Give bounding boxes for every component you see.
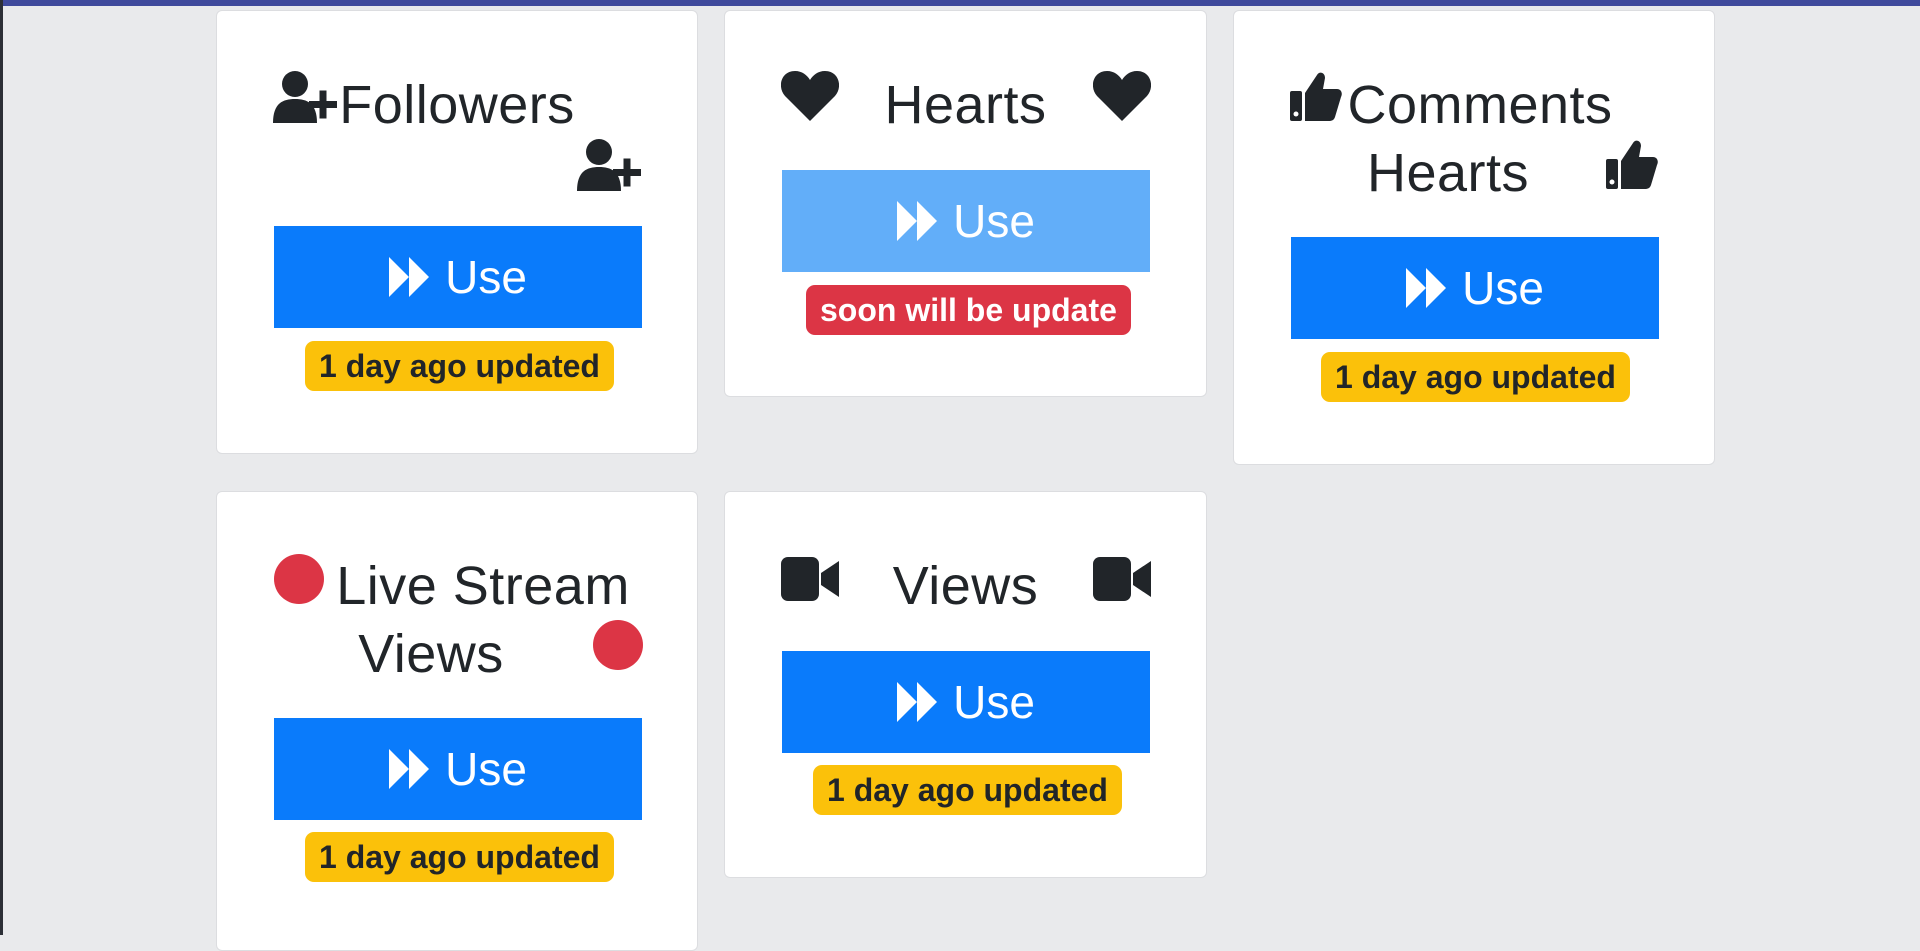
use-button[interactable]: Use — [1291, 237, 1659, 339]
update-status-badge: soon will be update — [806, 285, 1131, 335]
thumbs-up-icon — [1606, 139, 1658, 194]
use-button-label: Use — [953, 676, 1035, 728]
update-status-badge: 1 day ago updated — [305, 832, 614, 882]
card-followers: Followers Use 1 day ago updated — [216, 10, 698, 454]
use-button[interactable]: Use — [274, 226, 642, 328]
heart-icon — [1092, 71, 1152, 126]
card-title: Comments — [1347, 75, 1613, 135]
card-title: Followers — [339, 75, 575, 135]
card-views: Views Use 1 day ago updated — [724, 491, 1207, 878]
fast-forward-icon — [389, 749, 430, 789]
user-plus-icon — [577, 139, 641, 196]
fast-forward-icon — [1406, 268, 1447, 308]
video-camera-icon — [1093, 557, 1151, 606]
card-comments-hearts: Comments Hearts Use 1 day ago updated — [1233, 10, 1715, 465]
left-edge-bar — [0, 0, 3, 935]
top-bar — [0, 0, 1920, 6]
card-live-stream-views: Live Stream Views Use 1 day ago updated — [216, 491, 698, 951]
use-button-label: Use — [953, 195, 1035, 247]
card-hearts: Hearts Use soon will be update — [724, 10, 1207, 397]
fast-forward-icon — [897, 201, 938, 241]
update-status-badge: 1 day ago updated — [1321, 352, 1630, 402]
use-button-label: Use — [445, 251, 527, 303]
red-circle-icon — [593, 620, 643, 675]
fast-forward-icon — [897, 682, 938, 722]
use-button[interactable]: Use — [782, 170, 1150, 272]
update-status-badge: 1 day ago updated — [813, 765, 1122, 815]
use-button-label: Use — [445, 743, 527, 795]
update-status-badge: 1 day ago updated — [305, 341, 614, 391]
card-title: Live Stream — [336, 556, 630, 616]
use-button-label: Use — [1462, 262, 1544, 314]
use-button[interactable]: Use — [782, 651, 1150, 753]
fast-forward-icon — [389, 257, 430, 297]
use-button[interactable]: Use — [274, 718, 642, 820]
